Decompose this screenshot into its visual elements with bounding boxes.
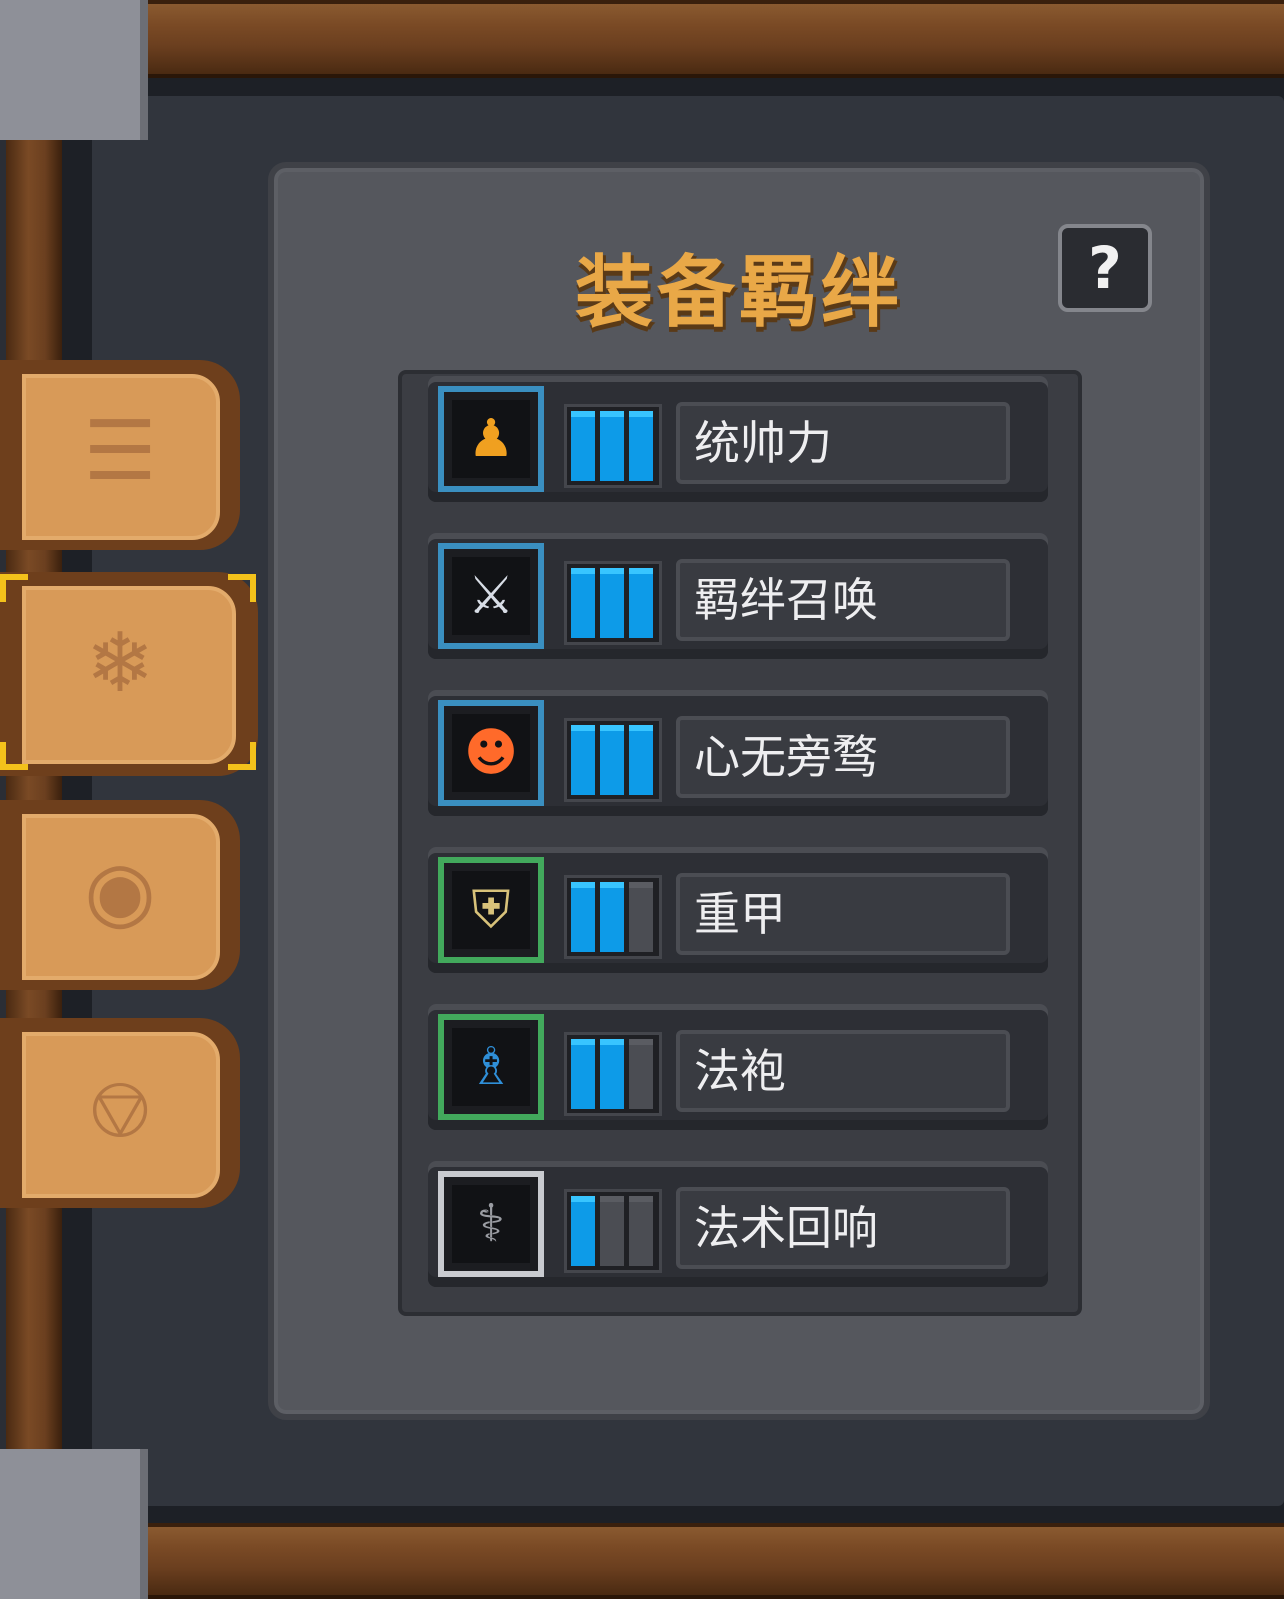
bell-icon: ⎊ xyxy=(87,1062,153,1157)
bond-row[interactable]: ⚔ 羁绊召唤 xyxy=(428,533,1048,659)
level-pip-empty xyxy=(629,1196,653,1266)
selection-corner xyxy=(0,574,28,602)
bond-name: 羁绊召唤 xyxy=(694,573,878,627)
bond-name-box: 法术回响 xyxy=(676,1187,1010,1269)
bond-name-box: 统帅力 xyxy=(676,402,1010,484)
selection-corner xyxy=(228,574,256,602)
side-tab-codex[interactable]: ☰ xyxy=(0,360,240,550)
bond-name-box: 重甲 xyxy=(676,873,1010,955)
bond-name-box: 心无旁骛 xyxy=(676,716,1010,798)
selection-corner xyxy=(0,742,28,770)
bond-row[interactable]: ♗ 法袍 xyxy=(428,1004,1048,1130)
level-pip-filled xyxy=(600,725,624,795)
level-pip-filled xyxy=(629,411,653,481)
bottom-wood-beam xyxy=(140,1523,1284,1599)
level-pip-filled xyxy=(629,725,653,795)
equipment-bond-panel: 装备羁绊 ? ♟ 统帅力 ⚔ 羁绊召唤 ☻ 心无旁骛 ⛨ 重甲 ♗ 法袍 ⚕ 法术回响 xyxy=(268,162,1210,1420)
book-icon: ☰ xyxy=(83,404,157,499)
bond-icon-frame: ♟ xyxy=(438,386,544,492)
level-pip-filled xyxy=(571,725,595,795)
bond-name: 法术回响 xyxy=(694,1201,878,1255)
level-pip-filled xyxy=(571,1039,595,1109)
help-button[interactable]: ? xyxy=(1058,224,1152,312)
heavy-armor-icon: ⛨ xyxy=(452,871,530,949)
bond-level-meter xyxy=(564,561,662,645)
robe-icon: ♗ xyxy=(452,1028,530,1106)
star-sword-icon: ⚔ xyxy=(452,557,530,635)
echo-cane-icon: ⚕ xyxy=(452,1185,530,1263)
bond-name: 法袍 xyxy=(694,1044,786,1098)
level-pip-empty xyxy=(600,1196,624,1266)
bond-icon-frame: ⚕ xyxy=(438,1171,544,1277)
bond-icon-frame: ☻ xyxy=(438,700,544,806)
bond-icon-frame: ♗ xyxy=(438,1014,544,1120)
bond-name: 重甲 xyxy=(694,887,786,941)
bond-level-meter xyxy=(564,404,662,488)
flame-figure-icon: ☻ xyxy=(452,714,530,792)
bond-name-box: 羁绊召唤 xyxy=(676,559,1010,641)
bond-level-meter xyxy=(564,1032,662,1116)
bottom-stone-corner xyxy=(0,1449,148,1599)
side-tab-equipment-bond[interactable]: ❄ xyxy=(0,572,258,776)
side-tab-gear[interactable]: ⎊ xyxy=(0,1018,240,1208)
bond-icon-frame: ⛨ xyxy=(438,857,544,963)
bond-icon-frame: ⚔ xyxy=(438,543,544,649)
bond-row[interactable]: ⚕ 法术回响 xyxy=(428,1161,1048,1287)
level-pip-filled xyxy=(629,568,653,638)
level-pip-filled xyxy=(571,1196,595,1266)
level-pip-filled xyxy=(571,568,595,638)
bond-level-meter xyxy=(564,1189,662,1273)
level-pip-filled xyxy=(600,568,624,638)
level-pip-empty xyxy=(629,882,653,952)
bond-name: 统帅力 xyxy=(694,416,832,470)
bond-row[interactable]: ⛨ 重甲 xyxy=(428,847,1048,973)
paw-icon: ◉ xyxy=(84,844,156,939)
bond-level-meter xyxy=(564,718,662,802)
bond-row[interactable]: ♟ 统帅力 xyxy=(428,376,1048,502)
bond-name: 心无旁骛 xyxy=(694,730,878,784)
left-wood-post xyxy=(6,140,62,1450)
bond-name-box: 法袍 xyxy=(676,1030,1010,1112)
side-tab-paw[interactable]: ◉ xyxy=(0,800,240,990)
bond-row[interactable]: ☻ 心无旁骛 xyxy=(428,690,1048,816)
level-pip-filled xyxy=(571,411,595,481)
level-pip-empty xyxy=(629,1039,653,1109)
level-pip-filled xyxy=(571,882,595,952)
level-pip-filled xyxy=(600,411,624,481)
magic-box-icon: ❄ xyxy=(85,616,155,711)
selection-corner xyxy=(228,742,256,770)
level-pip-filled xyxy=(600,1039,624,1109)
top-wood-beam xyxy=(140,0,1284,78)
chess-pawn-icon: ♟ xyxy=(452,400,530,478)
bond-level-meter xyxy=(564,875,662,959)
top-stone-corner xyxy=(0,0,148,140)
level-pip-filled xyxy=(600,882,624,952)
